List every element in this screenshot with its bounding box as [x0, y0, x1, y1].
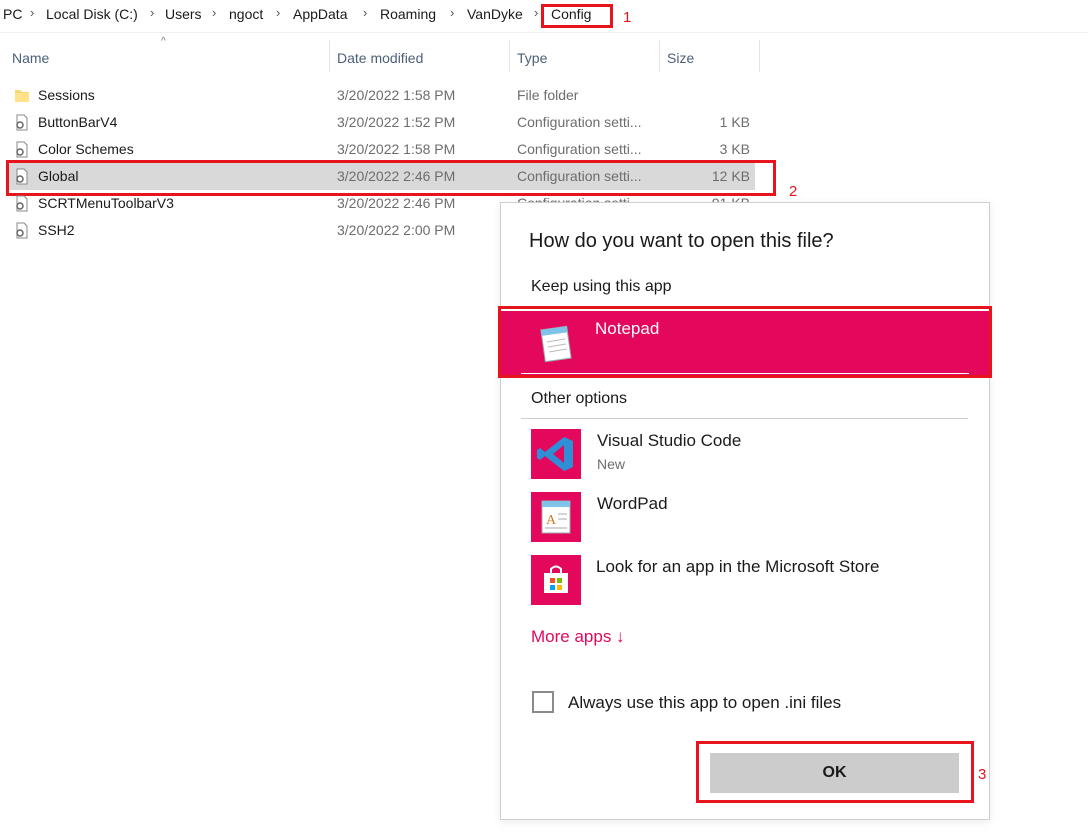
dialog-title: How do you want to open this file?: [529, 230, 834, 252]
open-with-dialog: How do you want to open this file? Keep …: [500, 202, 990, 820]
file-name: SSH2: [38, 222, 75, 238]
column-divider[interactable]: [659, 40, 660, 72]
app-option-vscode[interactable]: Visual Studio Code New: [521, 425, 968, 483]
always-use-label[interactable]: Always use this app to open .ini files: [568, 693, 841, 713]
file-row-buttonbarv4[interactable]: ButtonBarV4 3/20/2022 1:52 PM Configurat…: [8, 109, 755, 136]
always-use-checkbox[interactable]: [532, 691, 554, 713]
file-date: 3/20/2022 1:58 PM: [337, 87, 456, 103]
annotation-box-1: [541, 4, 613, 28]
app-name: WordPad: [597, 494, 668, 513]
column-header-name[interactable]: Name: [12, 50, 49, 78]
app-name: Visual Studio Code: [597, 431, 742, 450]
file-name: Sessions: [38, 87, 95, 103]
file-date: 3/20/2022 2:46 PM: [337, 195, 456, 211]
settings-file-icon: [16, 141, 28, 158]
app-name: Look for an app in the Microsoft Store: [596, 557, 880, 576]
chevron-right-icon: ›: [212, 5, 217, 20]
divider: [521, 418, 968, 419]
file-type: Configuration setti...: [517, 141, 642, 157]
more-apps-link[interactable]: More apps ↓: [531, 627, 625, 647]
column-header-date[interactable]: Date modified: [337, 50, 423, 78]
column-divider[interactable]: [329, 40, 330, 72]
file-size: 3 KB: [719, 141, 750, 157]
column-header-size[interactable]: Size: [667, 50, 694, 78]
annotation-number-3: 3: [978, 766, 987, 783]
file-date: 3/20/2022 2:00 PM: [337, 222, 456, 238]
vscode-icon: [531, 429, 581, 479]
app-option-wordpad[interactable]: A WordPad: [521, 488, 968, 546]
breadcrumb-ngoct[interactable]: ngoct: [229, 6, 263, 22]
breadcrumb-appdata[interactable]: AppData: [293, 6, 347, 22]
settings-file-icon: [16, 222, 28, 239]
breadcrumb-roaming[interactable]: Roaming: [380, 6, 436, 22]
settings-file-icon: [16, 195, 28, 212]
breadcrumb-pc[interactable]: PC: [3, 6, 22, 22]
breadcrumb-users[interactable]: Users: [165, 6, 202, 22]
wordpad-icon: A: [531, 492, 581, 542]
keep-using-label: Keep using this app: [531, 278, 672, 295]
column-divider[interactable]: [759, 40, 760, 72]
annotation-number-2: 2: [789, 183, 798, 200]
annotation-box-notepad: [498, 306, 992, 378]
store-icon: [531, 555, 581, 605]
annotation-box-3: [696, 741, 974, 803]
folder-icon: [15, 90, 29, 102]
chevron-right-icon: ›: [30, 5, 35, 20]
annotation-number-1: 1: [623, 9, 632, 26]
chevron-right-icon: ›: [363, 5, 368, 20]
app-option-microsoft-store[interactable]: Look for an app in the Microsoft Store: [521, 551, 968, 609]
chevron-right-icon: ›: [534, 5, 539, 20]
file-date: 3/20/2022 1:58 PM: [337, 141, 456, 157]
app-status-new: New: [597, 456, 626, 472]
file-row-color-schemes[interactable]: Color Schemes 3/20/2022 1:58 PM Configur…: [8, 136, 755, 163]
file-size: 1 KB: [719, 114, 750, 130]
file-type: File folder: [517, 87, 579, 103]
chevron-right-icon: ›: [450, 5, 455, 20]
chevron-right-icon: ›: [150, 5, 155, 20]
settings-file-icon: [16, 114, 28, 131]
other-options-label: Other options: [531, 390, 628, 407]
svg-text:A: A: [546, 513, 557, 528]
file-type: Configuration setti...: [517, 114, 642, 130]
file-row-sessions[interactable]: Sessions 3/20/2022 1:58 PM File folder: [8, 82, 755, 109]
sort-ascending-icon: ^: [161, 36, 166, 47]
breadcrumb-vandyke[interactable]: VanDyke: [467, 6, 523, 22]
chevron-right-icon: ›: [276, 5, 281, 20]
column-divider[interactable]: [509, 40, 510, 72]
file-name: ButtonBarV4: [38, 114, 118, 130]
file-name: SCRTMenuToolbarV3: [38, 195, 174, 211]
breadcrumb-local-disk[interactable]: Local Disk (C:): [46, 6, 138, 22]
file-name: Color Schemes: [38, 141, 134, 157]
column-header-type[interactable]: Type: [517, 50, 547, 78]
file-date: 3/20/2022 1:52 PM: [337, 114, 456, 130]
